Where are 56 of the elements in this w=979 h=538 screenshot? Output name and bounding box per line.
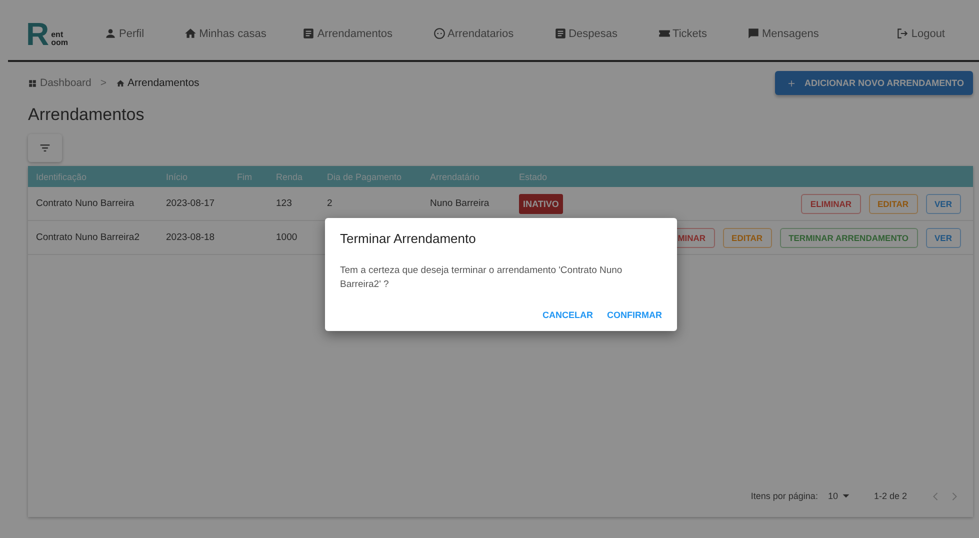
column-header: Estado: [519, 172, 548, 182]
add-button[interactable]: ADICIONAR NOVO ARRENDAMENTO: [775, 71, 973, 95]
table-cell-text: 123: [276, 198, 293, 209]
column-header: Identificação: [36, 172, 88, 182]
table-cell-text: Contrato Nuno Barreira2: [36, 232, 140, 243]
nav-link[interactable]: Tickets: [658, 27, 707, 40]
doc-icon: [554, 27, 567, 40]
table-cell-text: 2: [327, 198, 334, 209]
home-icon: [116, 78, 125, 88]
plus-icon: [787, 78, 796, 88]
next-page-icon[interactable]: [950, 492, 959, 500]
page-title: Arrendamentos: [28, 105, 146, 125]
action-button[interactable]: EDITAR: [722, 228, 772, 248]
doc-icon: [302, 27, 316, 40]
breadcrumb-link[interactable]: Arrendamentos: [116, 77, 200, 89]
message-icon: [746, 27, 760, 40]
column-header: Fim: [237, 172, 253, 182]
logout-link[interactable]: Logout: [896, 27, 945, 40]
action-button[interactable]: TERMINAR ARRENDAMENTO: [780, 228, 918, 248]
page-range: 1-2 de 2: [874, 491, 907, 501]
action-button[interactable]: ELIMINAR: [801, 194, 860, 214]
column-header: Arrendatário: [430, 172, 481, 182]
breadcrumb-link[interactable]: Dashboard: [28, 77, 92, 89]
breadcrumb-separator: >: [100, 77, 107, 89]
nav-link[interactable]: Despesas: [554, 27, 618, 40]
filter-button[interactable]: [28, 134, 62, 162]
action-button[interactable]: VER: [926, 228, 961, 248]
dialog-message: Tem a certeza que deseja terminar o arrendamento 'Contrato Nuno Barreira2' ?: [340, 264, 624, 292]
table-cell-text: Nuno Barreira: [430, 198, 490, 209]
dialog-title: Terminar Arrendamento: [340, 231, 477, 246]
table-cell-text: Contrato Nuno Barreira: [36, 198, 136, 209]
table-cell-text: 2023-08-17: [166, 198, 216, 209]
dashboard-icon: [28, 78, 37, 88]
status-badge: INATIVO: [519, 194, 563, 214]
dropdown-icon: [842, 492, 850, 500]
nav-link[interactable]: Perfil: [104, 27, 144, 40]
items-per-page-select[interactable]: 10: [828, 491, 850, 501]
previous-page-icon[interactable]: [931, 492, 940, 500]
logout-icon: [896, 27, 910, 40]
action-button[interactable]: VER: [926, 194, 961, 214]
face-icon: [432, 27, 446, 40]
table-cell-text: 2023-08-18: [166, 232, 216, 243]
nav-link[interactable]: Arrendamentos: [302, 27, 393, 40]
dialog-button[interactable]: CONFIRMAR: [602, 307, 667, 323]
home-icon: [184, 27, 198, 40]
items-per-page-label: Itens por página:: [750, 491, 818, 501]
column-header: Dia de Pagamento: [327, 172, 403, 182]
column-header: Início: [166, 172, 189, 182]
table-cell-text: 1000: [276, 232, 298, 243]
action-button[interactable]: EDITAR: [868, 194, 918, 214]
person-icon: [104, 27, 117, 40]
nav-link[interactable]: Mensagens: [746, 27, 819, 40]
nav-link[interactable]: Arrendatarios: [432, 27, 514, 40]
dialog-button[interactable]: CANCELAR: [538, 307, 598, 323]
nav-link[interactable]: Minhas casas: [184, 27, 266, 40]
column-header: Renda: [276, 172, 304, 182]
